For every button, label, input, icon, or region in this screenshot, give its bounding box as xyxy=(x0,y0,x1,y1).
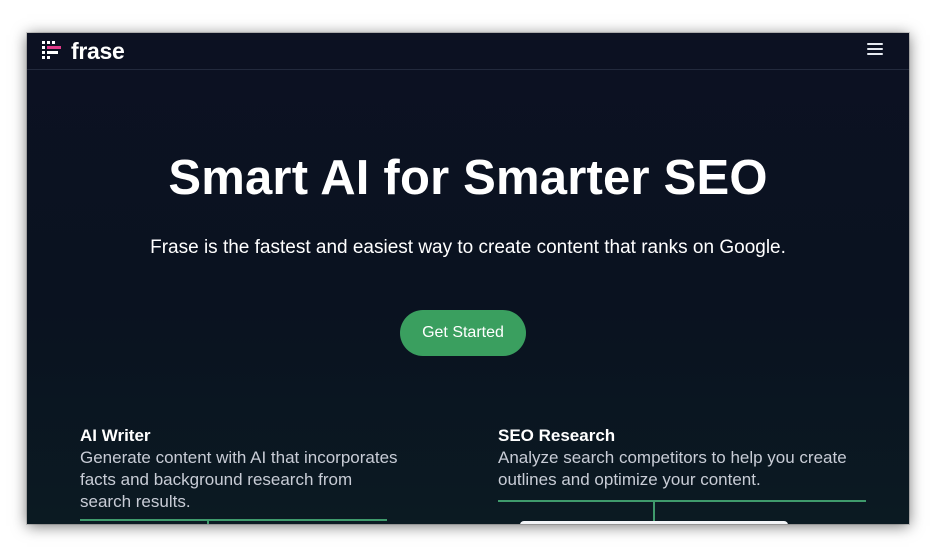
preview-card xyxy=(520,521,788,524)
hero-title: Smart AI for Smarter SEO xyxy=(168,151,768,205)
feature-description: Analyze search competitors to help you c… xyxy=(498,448,847,489)
get-started-button[interactable]: Get Started xyxy=(400,310,526,356)
hero-subtitle: Frase is the fastest and easiest way to … xyxy=(150,237,786,258)
preview-divider-line xyxy=(80,519,387,521)
brand-logo[interactable]: frase xyxy=(39,38,125,64)
feature-seo-research: SEO Research Analyze search competitors … xyxy=(498,425,888,491)
top-navbar: frase xyxy=(27,33,909,70)
feature-description: Generate content with AI that incorporat… xyxy=(80,448,398,511)
seo-research-preview-graphic xyxy=(498,500,866,524)
preview-divider-line xyxy=(498,500,866,502)
feature-ai-writer: AI Writer Generate content with AI that … xyxy=(80,425,400,513)
feature-title: AI Writer xyxy=(80,426,151,445)
hamburger-menu-icon[interactable] xyxy=(867,43,883,57)
frase-logo-icon xyxy=(42,41,61,59)
browser-viewport: frase Smart AI for Smarter SEO Frase is … xyxy=(27,33,909,524)
ai-writer-preview-graphic xyxy=(80,519,387,524)
preview-connector-line xyxy=(207,519,209,524)
feature-title: SEO Research xyxy=(498,426,616,445)
brand-name: frase xyxy=(71,38,125,64)
